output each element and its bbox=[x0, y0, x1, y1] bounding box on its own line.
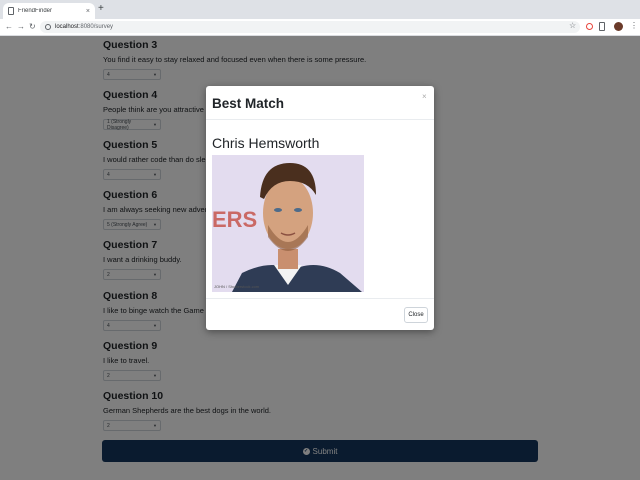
reload-icon[interactable]: ↻ bbox=[29, 22, 36, 32]
browser-tabstrip: FriendFinder × + bbox=[0, 0, 640, 19]
browser-tab[interactable]: FriendFinder × bbox=[3, 3, 95, 19]
modal-header: Best Match × bbox=[206, 86, 434, 120]
bookmark-star-icon[interactable]: ☆ bbox=[569, 21, 576, 30]
extension-doc-icon[interactable] bbox=[599, 22, 605, 31]
site-info-icon[interactable] bbox=[45, 24, 51, 30]
portrait-image: ERS JOHN / Shutterstock.com bbox=[212, 155, 364, 292]
address-bar[interactable]: localhost :8080/survey bbox=[40, 21, 580, 33]
url-host: localhost bbox=[55, 24, 79, 30]
tab-close-icon[interactable]: × bbox=[86, 8, 90, 15]
back-icon[interactable]: ← bbox=[5, 22, 13, 32]
close-button[interactable]: Close bbox=[404, 307, 428, 323]
close-icon[interactable]: × bbox=[422, 92, 427, 102]
url-path: :8080/survey bbox=[78, 24, 114, 30]
modal-backdrop[interactable]: Best Match × Chris Hemsworth ERS JOHN / … bbox=[0, 36, 640, 480]
new-tab-button[interactable]: + bbox=[98, 4, 104, 14]
modal-title: Best Match bbox=[212, 96, 285, 111]
browser-toolbar: ← → ↻ localhost :8080/survey ☆ ⋮ bbox=[0, 19, 640, 36]
extension-icon[interactable] bbox=[586, 23, 593, 30]
match-name: Chris Hemsworth bbox=[212, 135, 320, 151]
match-photo: ERS JOHN / Shutterstock.com bbox=[212, 155, 364, 292]
forward-icon[interactable]: → bbox=[17, 22, 25, 32]
browser-menu-icon[interactable]: ⋮ bbox=[630, 21, 638, 31]
tab-title: FriendFinder bbox=[18, 8, 53, 14]
profile-avatar[interactable] bbox=[614, 22, 623, 31]
photo-watermark: JOHN / Shutterstock.com bbox=[214, 284, 260, 289]
best-match-modal: Best Match × Chris Hemsworth ERS JOHN / … bbox=[206, 86, 434, 330]
svg-text:ERS: ERS bbox=[212, 207, 257, 232]
document-icon bbox=[8, 7, 14, 15]
modal-footer: Close bbox=[206, 298, 434, 330]
